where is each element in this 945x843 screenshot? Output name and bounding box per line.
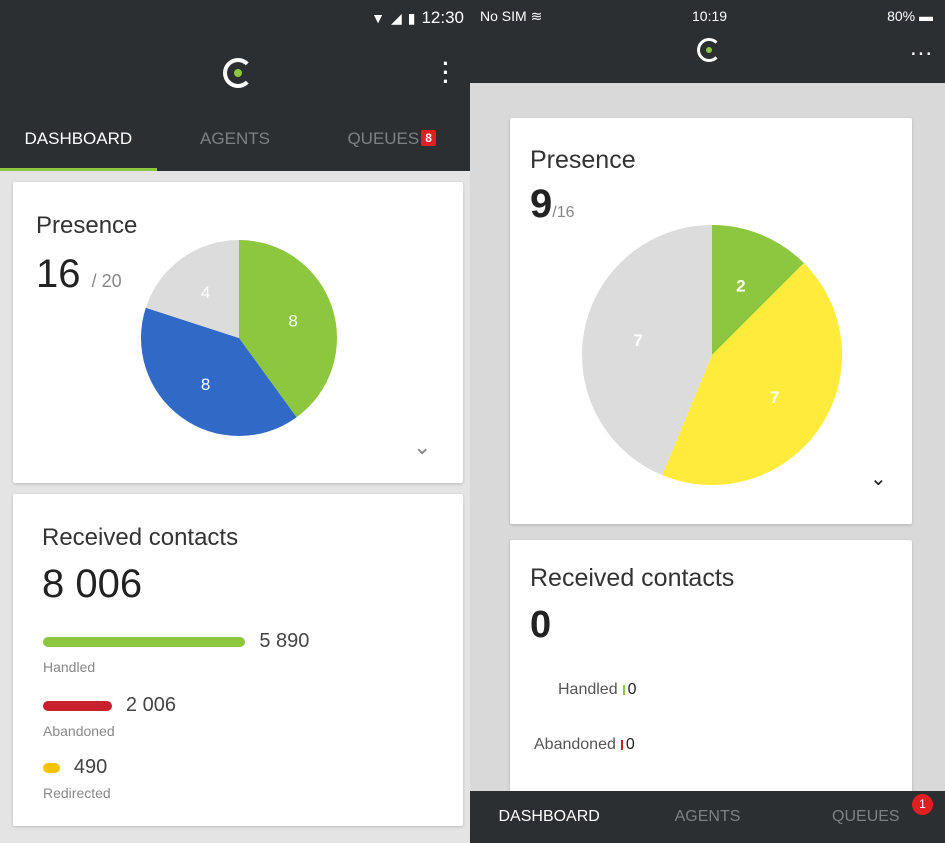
contact-value: 5 890 xyxy=(259,630,310,652)
android-screen: ▼ ◢ ▮ 12:30 · · · DASHBOARD AGENTS QUEUES 8… xyxy=(0,0,470,843)
tab-dashboard[interactable]: DASHBOARD xyxy=(470,791,628,843)
android-tab-bar: DASHBOARD AGENTS QUEUES 8 xyxy=(0,120,470,171)
pie-slice-label: 8 xyxy=(201,375,210,394)
contacts-title: Received contacts xyxy=(42,524,239,551)
queues-badge: 8 xyxy=(421,130,436,146)
presence-count: 16 / 20 xyxy=(36,252,122,297)
abandoned-row: Abandoned 0 xyxy=(534,736,635,754)
wifi-icon: ≋ xyxy=(530,8,543,24)
abandoned-label: Abandoned xyxy=(534,736,616,753)
android-header: ▼ ◢ ▮ 12:30 · · · DASHBOARD AGENTS QUEUES 8 xyxy=(0,0,470,171)
contact-bar xyxy=(43,700,112,711)
tab-dashboard-label: DASHBOARD xyxy=(498,808,600,825)
contact-label: Handled xyxy=(43,659,96,675)
status-time: 12:30 xyxy=(421,8,464,27)
received-contacts-card: Received contacts 8 006 5 890 Handled 2 00… xyxy=(13,494,463,826)
presence-pie-chart: 2 7 7 xyxy=(582,225,842,485)
presence-total: / 20 xyxy=(91,271,122,291)
ios-carrier: No SIM ≋ xyxy=(480,8,542,25)
contact-label: Abandoned xyxy=(43,723,115,739)
battery-icon: ▮ xyxy=(407,9,416,26)
tab-dashboard-label: DASHBOARD xyxy=(24,129,133,148)
ios-header: No SIM ≋ 10:19 80% ▬ ... xyxy=(470,0,945,83)
pie-slice-label: 8 xyxy=(288,311,297,330)
contact-row: 490 Redirected xyxy=(43,756,111,801)
presence-value: 16 xyxy=(36,252,81,296)
ios-time: 10:19 xyxy=(692,8,728,24)
contacts-value: 0 xyxy=(530,604,552,646)
android-status-bar: ▼ ◢ ▮ 12:30 xyxy=(371,8,464,28)
overflow-menu-icon[interactable]: · · · xyxy=(440,53,452,93)
carrier-label: No SIM xyxy=(480,8,527,24)
presence-title: Presence xyxy=(530,146,636,174)
tab-dashboard[interactable]: DASHBOARD xyxy=(0,120,157,171)
handled-row: Handled 0 xyxy=(558,681,637,699)
app-logo-icon xyxy=(223,58,253,88)
more-icon[interactable]: ... xyxy=(910,36,933,60)
ios-screen: No SIM ≋ 10:19 80% ▬ ... Presence 9/16 2… xyxy=(470,0,945,843)
abandoned-bar xyxy=(620,740,623,750)
tab-queues-label: QUEUES xyxy=(347,129,420,148)
battery-percent: 80% xyxy=(887,8,916,24)
battery-icon: ▬ xyxy=(919,8,933,24)
presence-count: 9/16 xyxy=(530,182,575,227)
contacts-title: Received contacts xyxy=(530,564,735,592)
presence-card: Presence 9/16 2 7 7 ⌄ xyxy=(510,118,912,524)
tab-agents[interactable]: AGENTS xyxy=(628,791,786,843)
tab-queues-label: QUEUES xyxy=(832,808,900,825)
tab-queues[interactable]: QUEUES 1 xyxy=(787,791,945,843)
signal-icon: ◢ xyxy=(390,9,402,26)
abandoned-value: 0 xyxy=(625,736,635,753)
contact-label: Redirected xyxy=(43,785,111,801)
chevron-down-icon[interactable]: ⌄ xyxy=(870,466,887,491)
tab-agents[interactable]: AGENTS xyxy=(157,120,314,171)
presence-title: Presence xyxy=(36,212,138,239)
app-logo-icon xyxy=(697,38,721,62)
presence-card: Presence 16 / 20 8 8 4 ⌄ xyxy=(13,182,463,483)
presence-pie-chart: 8 8 4 xyxy=(141,240,337,436)
pie-slice-label: 4 xyxy=(201,283,210,302)
contact-value: 490 xyxy=(73,756,108,778)
contacts-value: 8 006 xyxy=(42,562,143,606)
contact-bar xyxy=(43,762,60,773)
pie-slice-label: 7 xyxy=(770,388,779,407)
received-contacts-card: Received contacts 0 Handled 0 Abandoned 0 xyxy=(510,540,912,800)
tab-agents-label: AGENTS xyxy=(674,808,741,825)
queues-badge: 1 xyxy=(911,794,933,815)
handled-bar xyxy=(622,685,625,695)
contact-row: 2 006 Abandoned xyxy=(43,694,176,739)
ios-battery: 80% ▬ xyxy=(887,8,933,24)
tab-agents-label: AGENTS xyxy=(200,129,270,148)
chevron-down-icon[interactable]: ⌄ xyxy=(413,434,431,460)
tab-queues[interactable]: QUEUES 8 xyxy=(313,120,470,171)
contact-row: 5 890 Handled xyxy=(43,630,309,675)
presence-total: /16 xyxy=(552,204,575,221)
presence-value: 9 xyxy=(530,182,553,226)
handled-value: 0 xyxy=(627,681,637,698)
ios-tab-bar: DASHBOARD AGENTS QUEUES 1 xyxy=(470,791,945,843)
pie-slice-label: 7 xyxy=(633,331,642,350)
handled-label: Handled xyxy=(558,681,618,698)
pie-slice-label: 2 xyxy=(736,276,745,295)
contact-value: 2 006 xyxy=(125,694,176,716)
wifi-icon: ▼ xyxy=(371,10,385,26)
contact-bar xyxy=(43,636,246,647)
